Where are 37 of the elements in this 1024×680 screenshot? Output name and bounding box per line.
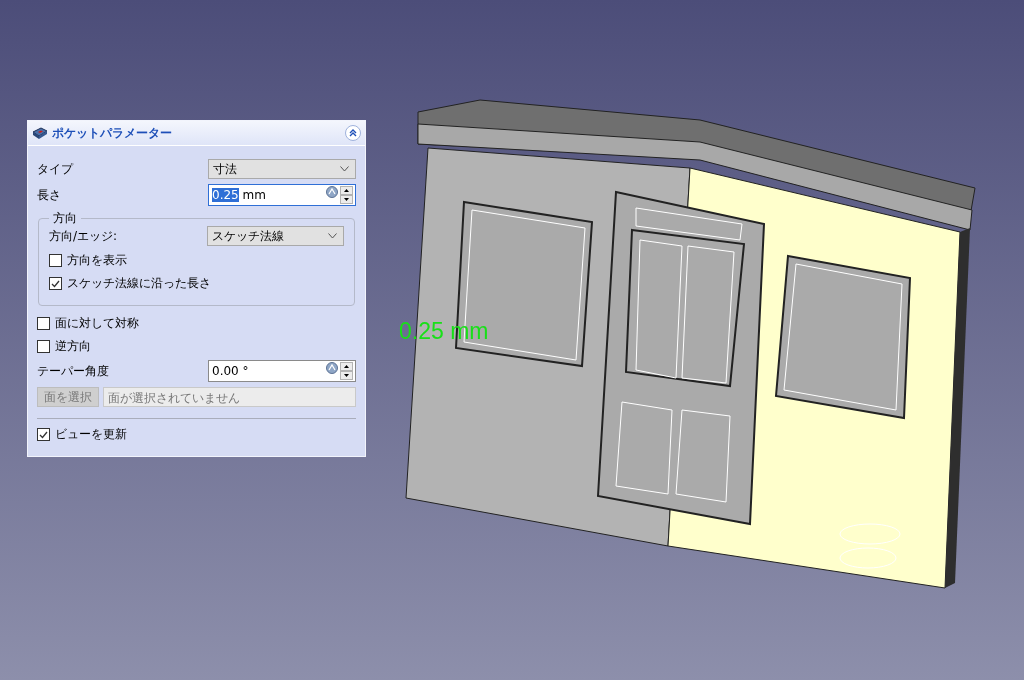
- number-field[interactable]: 0.00 °: [208, 360, 356, 382]
- panel-title: ポケットパラメーター: [52, 124, 173, 142]
- checkbox-label: 面に対して対称: [55, 315, 139, 332]
- caret-icon: [328, 233, 337, 239]
- spin-up-button[interactable]: [340, 186, 353, 195]
- checkbox-label: スケッチ法線に沿った長さ: [67, 275, 211, 292]
- checkbox[interactable]: [37, 428, 50, 441]
- caret-icon: [340, 166, 349, 172]
- collapse-button[interactable]: [345, 125, 361, 141]
- down-triangle-icon: [344, 198, 349, 201]
- expression-icon[interactable]: [326, 362, 338, 374]
- checkbox[interactable]: [37, 340, 50, 353]
- checkbox-label: ビューを更新: [55, 426, 127, 443]
- checkbox[interactable]: [49, 254, 62, 267]
- spin-up-button[interactable]: [340, 362, 353, 371]
- field-label: 長さ: [37, 186, 61, 204]
- checkbox-label: 逆方向: [55, 338, 91, 355]
- field-label: テーパー角度: [37, 362, 109, 380]
- double-chevron-icon: [349, 129, 357, 137]
- expression-icon[interactable]: [326, 186, 338, 198]
- pocket-icon: [32, 126, 48, 140]
- group-title: 方向: [49, 210, 81, 227]
- dropdown[interactable]: 寸法: [208, 159, 356, 179]
- field-value: 0.25 mm: [211, 188, 267, 202]
- field-label: 方向/エッジ:: [49, 227, 118, 245]
- field-value: 0.00 °: [211, 364, 250, 378]
- checkbox[interactable]: [37, 317, 50, 330]
- dropdown[interactable]: スケッチ法線: [207, 226, 344, 246]
- spin-down-button[interactable]: [340, 195, 353, 204]
- number-field[interactable]: 0.25 mm: [208, 184, 356, 206]
- field-label: タイプ: [37, 160, 73, 178]
- checkbox[interactable]: [49, 277, 62, 290]
- down-triangle-icon: [344, 374, 349, 377]
- up-triangle-icon: [344, 365, 349, 368]
- checkbox-label: 方向を表示: [67, 252, 127, 269]
- spin-down-button[interactable]: [340, 371, 353, 380]
- up-triangle-icon: [344, 189, 349, 192]
